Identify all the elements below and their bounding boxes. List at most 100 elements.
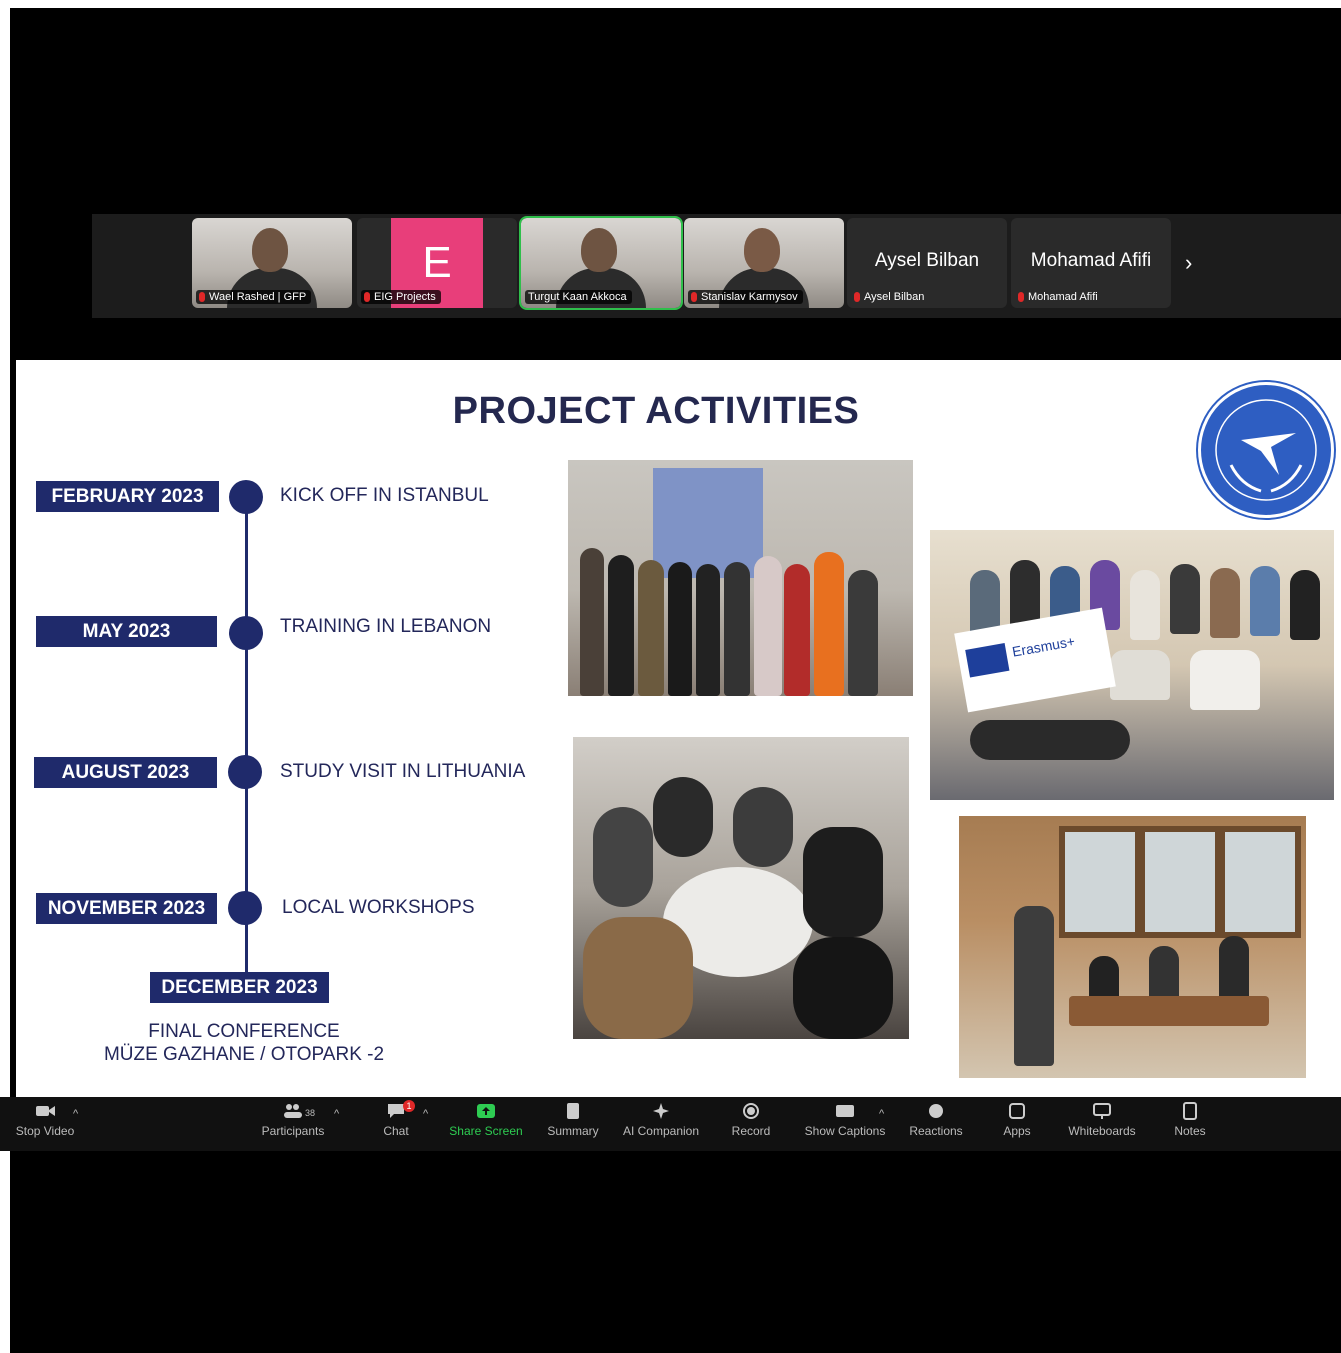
whiteboards-button[interactable]: Whiteboards: [1062, 1102, 1142, 1138]
ai-companion-button[interactable]: AI Companion: [619, 1102, 703, 1138]
timeline-date: AUGUST 2023: [34, 757, 217, 788]
participant-video: [252, 228, 288, 272]
group-photo-kickoff: [568, 460, 913, 696]
window: [1139, 826, 1221, 938]
participant-tile[interactable]: Wael Rashed | GFP: [192, 218, 352, 308]
participant-name-tag: Stanislav Karmysov: [688, 290, 803, 304]
participant-tile[interactable]: Aysel Bilban Aysel Bilban: [847, 218, 1007, 308]
video-camera-icon: [36, 1106, 55, 1116]
share-screen-button[interactable]: Share Screen: [446, 1102, 526, 1138]
participant-name-tag: Turgut Kaan Akkoca: [525, 290, 632, 304]
participant-name-tag: Wael Rashed | GFP: [196, 290, 312, 304]
participant-name-tag: Aysel Bilban: [851, 290, 929, 304]
whiteboard-icon: [1093, 1103, 1111, 1119]
participant-video: [744, 228, 780, 272]
group-photo-erasmus: Erasmus+: [930, 530, 1334, 800]
caret-up-icon[interactable]: ^: [879, 1108, 884, 1120]
mic-muted-icon: [691, 292, 697, 302]
captions-icon: [836, 1105, 854, 1117]
projection-screen: [653, 468, 763, 578]
participant-name: Mohamad Afifi: [1028, 291, 1098, 303]
mic-muted-icon: [199, 292, 205, 302]
participant-tile-active-speaker[interactable]: Turgut Kaan Akkoca: [519, 216, 683, 310]
record-icon: [743, 1103, 759, 1119]
timeline-activity: KICK OFF IN ISTANBUL: [280, 485, 489, 506]
caret-up-icon[interactable]: ^: [423, 1108, 428, 1120]
timeline-activity: MÜZE GAZHANE / OTOPARK -2: [103, 1044, 385, 1065]
timeline-activity: STUDY VISIT IN LITHUANIA: [280, 761, 526, 782]
ai-companion-label: AI Companion: [622, 1124, 700, 1138]
participant-display-name: Mohamad Afifi: [1030, 250, 1152, 271]
participant-video: [581, 228, 617, 272]
participant-name: Aysel Bilban: [864, 291, 925, 303]
chevron-right-icon[interactable]: ›: [1185, 250, 1192, 276]
screenshot-border: [0, 0, 1341, 8]
workshop-photo: [959, 816, 1306, 1078]
timeline-dot: [229, 480, 263, 514]
participant-tile[interactable]: Stanislav Karmysov: [684, 218, 844, 308]
timeline-date: NOVEMBER 2023: [36, 893, 217, 924]
whiteboards-label: Whiteboards: [1068, 1124, 1136, 1138]
participant-tile[interactable]: Mohamad Afifi Mohamad Afifi: [1011, 218, 1171, 308]
timeline-activity: LOCAL WORKSHOPS: [282, 897, 475, 918]
record-button[interactable]: Record: [727, 1102, 775, 1138]
timeline-dot: [228, 755, 262, 789]
notes-icon: [1183, 1102, 1197, 1120]
reactions-label: Reactions: [909, 1124, 963, 1138]
timeline-date: DECEMBER 2023: [150, 972, 329, 1003]
caret-up-icon[interactable]: ^: [334, 1108, 339, 1120]
window: [1059, 826, 1141, 938]
dove-logo-icon: [1215, 399, 1317, 501]
participants-button[interactable]: Participants: [255, 1102, 331, 1138]
eu-flag-icon: [965, 643, 1010, 678]
participant-display-name: Aysel Bilban: [874, 250, 980, 271]
apps-icon: [1009, 1103, 1025, 1119]
stop-video-label: Stop Video: [15, 1124, 75, 1138]
participants-label: Participants: [261, 1124, 325, 1138]
summary-label: Summary: [547, 1124, 599, 1138]
sparkle-icon: [653, 1103, 669, 1119]
caret-up-icon[interactable]: ^: [73, 1108, 78, 1120]
mic-muted-icon: [854, 292, 860, 302]
show-captions-button[interactable]: Show Captions: [800, 1102, 890, 1138]
participants-count: 38: [305, 1108, 316, 1118]
meeting-table-photo: [573, 737, 909, 1039]
participant-name-tag: EIG Projects: [361, 290, 441, 304]
timeline-dot: [228, 891, 262, 925]
timeline-activity: TRAINING IN LEBANON: [280, 616, 492, 637]
stop-video-button[interactable]: Stop Video: [10, 1102, 80, 1138]
apps-button[interactable]: Apps: [998, 1102, 1036, 1138]
participant-name-tag: Mohamad Afifi: [1015, 290, 1103, 304]
timeline-date: MAY 2023: [36, 616, 217, 647]
mic-muted-icon: [1018, 292, 1024, 302]
peace-logo: [1198, 382, 1334, 518]
share-screen-label: Share Screen: [449, 1124, 523, 1138]
participants-icon: [284, 1104, 302, 1118]
participant-tile[interactable]: E EIG Projects: [357, 218, 517, 308]
reactions-button[interactable]: Reactions: [905, 1102, 967, 1138]
participant-name: Turgut Kaan Akkoca: [528, 291, 627, 303]
mic-muted-icon: [364, 292, 370, 302]
share-screen-icon: [477, 1104, 495, 1118]
smiley-icon: [929, 1104, 943, 1118]
chat-label: Chat: [383, 1124, 409, 1138]
erasmus-label: Erasmus+: [1010, 632, 1077, 660]
participant-name: Stanislav Karmysov: [701, 291, 798, 303]
slide-title: PROJECT ACTIVITIES: [452, 390, 860, 432]
zoom-meeting-window: Wael Rashed | GFP E EIG Projects Turgut …: [0, 0, 1341, 1353]
timeline-activity: FINAL CONFERENCE: [148, 1021, 340, 1042]
notes-label: Notes: [1174, 1124, 1206, 1138]
window: [1219, 826, 1301, 938]
shared-screen-slide: PROJECT ACTIVITIES FEBRUARY 2023 KICK OF…: [16, 360, 1341, 1097]
record-label: Record: [731, 1124, 771, 1138]
participant-name: Wael Rashed | GFP: [209, 291, 307, 303]
timeline-dot: [229, 616, 263, 650]
show-captions-label: Show Captions: [804, 1124, 886, 1138]
timeline-date: FEBRUARY 2023: [36, 481, 219, 512]
notes-button[interactable]: Notes: [1168, 1102, 1212, 1138]
summary-button[interactable]: Summary: [544, 1102, 602, 1138]
summary-icon: [567, 1103, 579, 1119]
chat-unread-badge: 1: [403, 1100, 415, 1112]
apps-label: Apps: [1003, 1124, 1031, 1138]
participant-name: EIG Projects: [374, 291, 436, 303]
